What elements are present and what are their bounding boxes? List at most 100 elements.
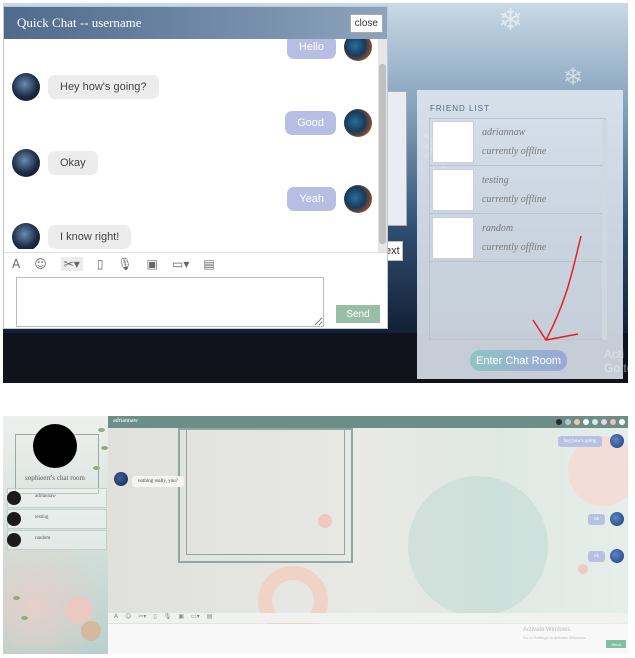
- theme-color-dot[interactable]: [619, 419, 625, 425]
- message-input[interactable]: [16, 277, 324, 327]
- theme-color-dot[interactable]: [592, 419, 598, 425]
- snowflake-icon: ❄: [498, 3, 524, 38]
- scrollbar-thumb[interactable]: [379, 64, 386, 244]
- theme-color-dot[interactable]: [556, 419, 562, 425]
- message-row: Hello: [286, 39, 372, 61]
- red-arrow-annotation: [532, 235, 582, 341]
- microphone-icon[interactable]: 🎙: [164, 613, 172, 623]
- message-bubble: Hello: [286, 39, 336, 59]
- leaf-decoration: [21, 616, 28, 620]
- decor-circle: [81, 621, 101, 641]
- avatar: [12, 73, 40, 101]
- room-user-name: testing: [35, 515, 49, 520]
- chat-toolbar: A ☺ ✂▾ ▯ 🎙 ▣ ▭▾ ▤: [4, 252, 387, 274]
- message-bubble: Hey how's going?: [48, 75, 159, 99]
- friend-name: testing: [482, 175, 509, 186]
- room-user-name: random: [35, 536, 51, 541]
- avatar: [344, 109, 372, 137]
- friend-list-scrollbar[interactable]: [602, 120, 607, 340]
- enter-chat-room-button[interactable]: Enter Chat Room: [470, 350, 567, 371]
- scissors-icon[interactable]: ✂▾: [60, 256, 83, 271]
- theme-color-dot[interactable]: [574, 419, 580, 425]
- theme-color-dot[interactable]: [601, 419, 607, 425]
- document-icon[interactable]: ▤: [207, 613, 213, 623]
- watermark-subtitle: Go to Settings to activate Windows.: [523, 635, 587, 640]
- snowflake-icon: ❄: [563, 63, 584, 91]
- friend-status: currently offline: [482, 146, 547, 157]
- document-icon[interactable]: ▤: [203, 257, 214, 271]
- friend-status: currently offline: [482, 194, 547, 205]
- friend-avatar: [432, 121, 474, 163]
- decor-frame: [186, 428, 345, 555]
- activate-windows-watermark: Activate Windows Go to Settings to activ…: [523, 626, 586, 642]
- message-row: Hey how's going?: [12, 73, 159, 101]
- send-button[interactable]: Send: [336, 305, 380, 323]
- image-icon[interactable]: ▣: [178, 613, 184, 623]
- friend-item[interactable]: adriannaw currently offline: [430, 119, 604, 166]
- theme-color-dot[interactable]: [583, 419, 589, 425]
- friend-avatar: [432, 169, 474, 211]
- friend-name: adriannaw: [482, 127, 526, 138]
- decor-circle: [65, 596, 93, 624]
- message-row: I know right!: [12, 223, 132, 249]
- vibrate-icon[interactable]: ▯: [153, 613, 156, 623]
- room-user-item[interactable]: random: [7, 530, 107, 550]
- friend-list-panel: FRIEND LIST adriannaw currently offline …: [417, 90, 623, 379]
- theme-dots: [556, 419, 625, 425]
- message-bubble: Good: [285, 111, 336, 135]
- emoji-icon[interactable]: ☺: [125, 613, 131, 623]
- user-avatar: [7, 533, 21, 547]
- font-icon[interactable]: A: [12, 257, 20, 271]
- avatar: [344, 185, 372, 213]
- message-row: Good: [285, 109, 372, 137]
- friend-item[interactable]: testing currently offline: [430, 167, 604, 214]
- room-toolbar: A ☺ ✂▾ ▯ 🎙 ▣ ▭▾ ▤: [108, 613, 628, 623]
- theme-color-dot[interactable]: [565, 419, 571, 425]
- message-bubble: ok: [588, 514, 605, 525]
- friend-name: random: [482, 223, 514, 234]
- message-scrollbar[interactable]: [378, 39, 387, 252]
- room-header: adriannaw: [108, 416, 628, 428]
- profile-avatar: [33, 424, 77, 468]
- close-button[interactable]: close: [349, 13, 383, 33]
- scissors-icon[interactable]: ✂▾: [138, 613, 146, 623]
- chat-title: Quick Chat -- username: [17, 15, 142, 30]
- vibrate-icon[interactable]: ▯: [97, 257, 104, 271]
- avatar: [610, 434, 624, 448]
- room-send-button[interactable]: Send: [606, 640, 626, 648]
- room-user-list: adriannaw testing random: [7, 488, 107, 551]
- quick-chat-window: Quick Chat -- username close Hello Hey h…: [3, 6, 388, 329]
- top-screenshot: ❄ ❄ ❅ ext Quick Chat -- username close H…: [3, 3, 628, 383]
- avatar: [12, 149, 40, 177]
- microphone-icon[interactable]: 🎙: [117, 257, 132, 271]
- avatar: [12, 223, 40, 249]
- avatar: [610, 512, 624, 526]
- chat-header: Quick Chat -- username close: [4, 7, 387, 39]
- bottom-screenshot: sophieerr's chat room adriannaw testing …: [3, 416, 628, 654]
- room-header-title: adriannaw: [113, 418, 138, 424]
- decor-circle: [318, 514, 332, 528]
- avatar: [610, 549, 624, 563]
- chat-room-sidebar: sophieerr's chat room adriannaw testing …: [3, 416, 108, 654]
- leaf-decoration: [13, 596, 20, 600]
- message-row: Okay: [12, 149, 98, 177]
- leaf-decoration: [101, 446, 108, 450]
- image-icon[interactable]: ▣: [147, 257, 158, 271]
- decor-circle: [578, 564, 588, 574]
- folder-icon[interactable]: ▭▾: [191, 613, 200, 623]
- room-user-item[interactable]: testing: [7, 509, 107, 529]
- chat-room-name: sophieerr's chat room: [25, 474, 85, 482]
- friend-list-title: FRIEND LIST: [430, 104, 490, 113]
- avatar: [114, 472, 128, 486]
- folder-icon[interactable]: ▭▾: [172, 257, 189, 271]
- room-user-name: adriannaw: [35, 494, 56, 499]
- theme-color-dot[interactable]: [610, 419, 616, 425]
- message-bubble: Yeah: [287, 187, 336, 211]
- message-bubble: I know right!: [48, 225, 132, 249]
- room-user-item[interactable]: adriannaw: [7, 488, 107, 508]
- user-avatar: [7, 491, 21, 505]
- message-bubble: ok: [588, 551, 605, 562]
- font-icon[interactable]: A: [114, 613, 118, 623]
- friend-avatar: [432, 217, 474, 259]
- emoji-icon[interactable]: ☺: [34, 257, 47, 271]
